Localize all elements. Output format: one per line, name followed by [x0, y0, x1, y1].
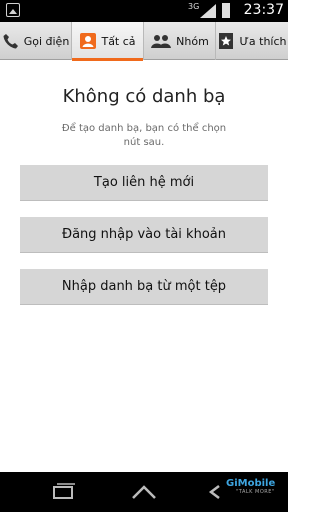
create-contact-button[interactable]: Tạo liên hệ mới	[20, 165, 268, 201]
tab-label: Nhóm	[176, 34, 209, 48]
signal-icon	[200, 4, 216, 18]
tab-calls[interactable]: Gọi điện	[0, 22, 72, 60]
import-contacts-button[interactable]: Nhập danh bạ từ một tệp	[20, 269, 268, 305]
status-bar: 3G 23:37	[0, 0, 288, 22]
tab-label: Tất cả	[101, 34, 136, 48]
tab-label: Ưa thích	[239, 34, 287, 48]
tab-favorites[interactable]: Ưa thích	[216, 22, 288, 60]
image-notification-icon	[6, 3, 20, 17]
recent-apps-icon[interactable]	[48, 480, 78, 504]
contacts-icon	[80, 33, 97, 49]
network-type: 3G	[188, 2, 200, 11]
battery-icon	[222, 3, 230, 18]
tab-bar: Gọi điện Tất cả Nhóm Ưa thích	[0, 22, 288, 61]
sign-in-account-button[interactable]: Đăng nhập vào tài khoản	[20, 217, 268, 253]
tab-groups[interactable]: Nhóm	[144, 22, 216, 60]
watermark-logo: GiMobile "TALK MORE"	[226, 478, 276, 495]
group-icon	[151, 35, 172, 48]
empty-state-title: Không có danh bạ	[62, 86, 226, 107]
tab-all[interactable]: Tất cả	[72, 22, 144, 61]
tab-label: Gọi điện	[23, 34, 70, 48]
home-icon[interactable]	[129, 480, 159, 504]
empty-state-subtitle: Để tạo danh bạ, bạn có thể chọn nút sau.	[61, 123, 227, 148]
phone-icon	[3, 34, 18, 49]
clock: 23:37	[243, 2, 284, 18]
star-icon	[219, 33, 234, 49]
